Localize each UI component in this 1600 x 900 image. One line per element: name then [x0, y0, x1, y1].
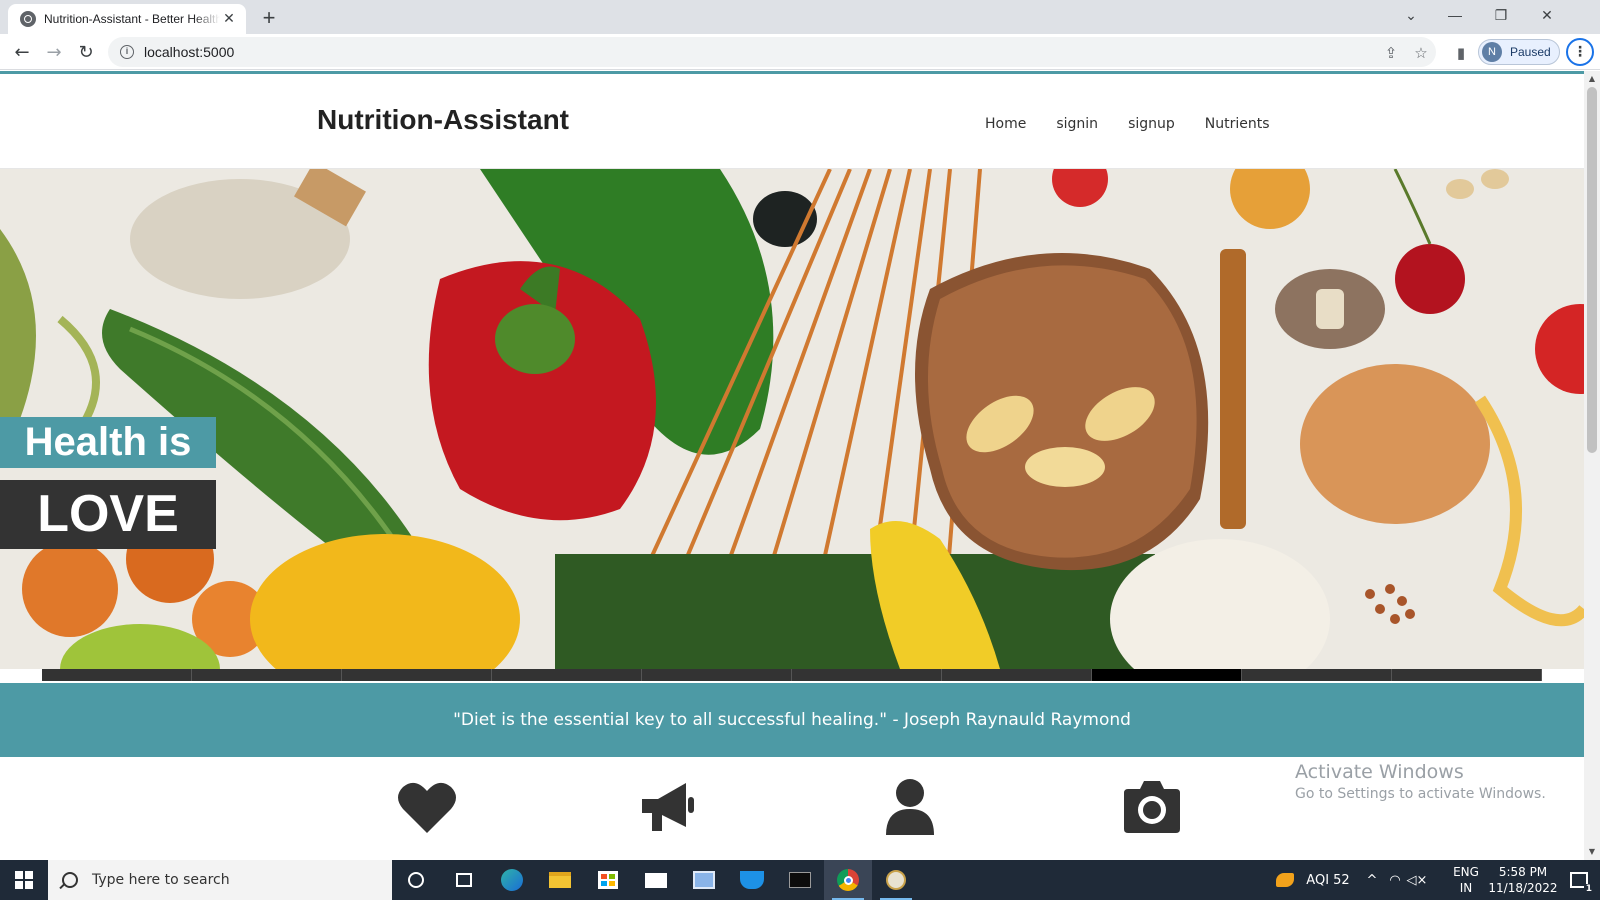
slide-indicator-8[interactable] [1092, 669, 1242, 681]
site-header: Nutrition-Assistant Home signin signup N… [0, 74, 1584, 169]
task-view-cortana-icon[interactable] [392, 860, 440, 900]
new-tab-button[interactable]: + [256, 6, 282, 32]
page-viewport: Nutrition-Assistant Home signin signup N… [0, 71, 1600, 860]
slide-indicator-9[interactable] [1242, 669, 1392, 681]
activate-windows-watermark: Activate Windows Go to Settings to activ… [1295, 761, 1546, 802]
quote-text: "Diet is the essential key to all succes… [453, 710, 1131, 730]
docker-icon[interactable] [728, 860, 776, 900]
scroll-thumb[interactable] [1587, 87, 1597, 453]
search-placeholder: Type here to search [92, 872, 230, 888]
terminal-icon[interactable] [776, 860, 824, 900]
reload-button[interactable]: ↻ [72, 38, 100, 66]
address-bar[interactable]: i localhost:5000 ⇪ ☆ [108, 37, 1436, 67]
heart-icon [398, 782, 456, 833]
nav-home[interactable]: Home [985, 116, 1026, 132]
windows-logo-icon [15, 871, 33, 889]
watermark-title: Activate Windows [1295, 761, 1464, 783]
tab-title: Nutrition-Assistant - Better Health [44, 12, 220, 26]
chrome-icon[interactable] [824, 860, 872, 900]
slide-indicator-5[interactable] [642, 669, 792, 681]
weather-aqi[interactable]: AQI 52 [1300, 860, 1356, 900]
slide-indicator-3[interactable] [342, 669, 492, 681]
avatar: N [1482, 42, 1502, 62]
slide-indicator-10[interactable] [1392, 669, 1542, 681]
clock[interactable]: 5:58 PM 11/18/2022 [1486, 860, 1560, 900]
search-icon [62, 872, 78, 888]
edge-browser-icon[interactable] [488, 860, 536, 900]
tray-chevron-up-icon[interactable]: ^ [1362, 860, 1382, 900]
tab-search-chevron-icon[interactable]: ⌄ [1388, 0, 1434, 30]
hero-headline: Health is [24, 420, 192, 464]
nav-signup[interactable]: signup [1128, 116, 1175, 132]
language-indicator[interactable]: ENG IN [1446, 860, 1486, 900]
notification-count: 1 [1583, 884, 1594, 894]
scroll-up-arrow-icon[interactable]: ▲ [1584, 71, 1600, 87]
mail-icon[interactable] [632, 860, 680, 900]
profile-button[interactable]: N Paused [1478, 39, 1560, 65]
slider-indicators [42, 669, 1542, 681]
camera-icon [1124, 781, 1180, 833]
user-icon [886, 779, 934, 835]
profile-status: Paused [1510, 45, 1551, 59]
url-text: localhost:5000 [144, 44, 235, 60]
weather-icon[interactable] [1272, 860, 1298, 900]
slide-indicator-1[interactable] [42, 669, 192, 681]
hero-subheadline: LOVE [37, 485, 179, 543]
minimize-button[interactable]: — [1432, 0, 1478, 30]
globe-icon [20, 11, 36, 27]
forward-button[interactable]: → [40, 38, 68, 66]
microsoft-store-icon[interactable] [584, 860, 632, 900]
remote-desktop-icon[interactable] [680, 860, 728, 900]
bookmark-star-icon[interactable]: ☆ [1412, 44, 1430, 62]
close-window-button[interactable]: ✕ [1524, 0, 1570, 30]
language-code: ENG [1453, 865, 1479, 879]
browser-menu-icon[interactable]: ⋮ [1566, 38, 1594, 66]
start-button[interactable] [0, 860, 48, 900]
restore-button[interactable]: ❐ [1478, 0, 1524, 30]
site-brand[interactable]: Nutrition-Assistant [317, 104, 569, 136]
clock-time: 5:58 PM [1498, 865, 1548, 879]
windows-taskbar: Type here to search AQI 52 ^ ◠ ◁× ENG IN… [0, 860, 1600, 900]
clock-date: 11/18/2022 [1488, 881, 1558, 895]
slide-indicator-6[interactable] [792, 669, 942, 681]
slide-indicator-7[interactable] [942, 669, 1092, 681]
scroll-down-arrow-icon[interactable]: ▼ [1584, 844, 1600, 860]
network-icon[interactable]: ◠ [1384, 860, 1406, 900]
megaphone-icon [642, 783, 694, 831]
watermark-subtitle: Go to Settings to activate Windows. [1295, 786, 1546, 802]
close-tab-icon[interactable]: ✕ [220, 10, 238, 28]
hero-food-image [0, 169, 1584, 669]
page-scrollbar[interactable]: ▲ ▼ [1584, 71, 1600, 860]
browser-tab-strip: Nutrition-Assistant - Better Health ✕ + … [0, 0, 1600, 34]
hero-subheadline-box: LOVE [0, 480, 216, 549]
main-nav: Home signin signup Nutrients [985, 116, 1300, 132]
site-info-icon[interactable]: i [120, 45, 134, 59]
nav-nutrients[interactable]: Nutrients [1205, 116, 1270, 132]
task-view-icon[interactable] [440, 860, 488, 900]
hero-banner: Health is LOVE [0, 169, 1584, 669]
browser-toolbar: ← → ↻ i localhost:5000 ⇪ ☆ ▮ N Paused ⋮ [0, 34, 1600, 70]
region-code: IN [1459, 881, 1473, 895]
slide-indicator-4[interactable] [492, 669, 642, 681]
share-icon[interactable]: ⇪ [1382, 44, 1400, 62]
slide-indicator-2[interactable] [192, 669, 342, 681]
quote-band: "Diet is the essential key to all succes… [0, 683, 1584, 757]
browser-tab[interactable]: Nutrition-Assistant - Better Health ✕ [8, 4, 246, 34]
side-panel-icon[interactable]: ▮ [1452, 44, 1470, 62]
nav-signin[interactable]: signin [1056, 116, 1098, 132]
volume-muted-icon[interactable]: ◁× [1406, 860, 1428, 900]
taskbar-search-box[interactable]: Type here to search [48, 860, 392, 900]
hero-headline-box: Health is [0, 417, 216, 468]
back-button[interactable]: ← [8, 38, 36, 66]
notification-center-icon[interactable]: 1 [1562, 860, 1596, 900]
paint-app-icon[interactable] [872, 860, 920, 900]
file-explorer-icon[interactable] [536, 860, 584, 900]
